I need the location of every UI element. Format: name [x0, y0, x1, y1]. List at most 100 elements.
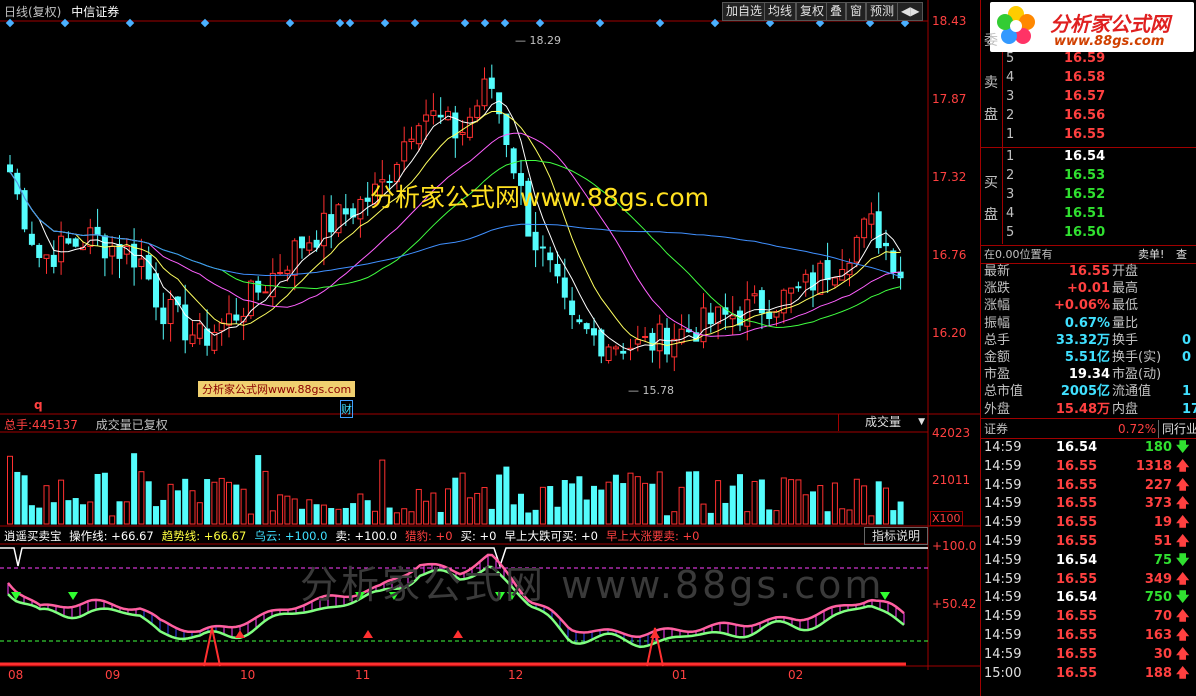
- toolbar-button-6[interactable]: ◀▶: [897, 2, 924, 21]
- watermark: 分析家公式网www.88gs.com: [370, 183, 710, 212]
- indicator-value: 趋势线: +66.67: [161, 529, 247, 543]
- chart-area[interactable]: 日线(复权) 中信证券 加自选 均线 复权叠窗预测 ◀▶ 18.43 17.87 17…: [0, 0, 980, 696]
- arrow-up-icon: 🡅: [1176, 477, 1190, 493]
- tick-row: 14:59 16.55 19 🡅: [984, 515, 1190, 531]
- tick-row: 14:59 16.54 180 🡇: [984, 440, 1190, 455]
- tick-row: 15:00 16.55 188 🡅: [984, 665, 1190, 681]
- quote-panel: 分析家公式网 www.88gs.com 委 卖 盘 买 盘 5 16.59 4 16.…: [980, 0, 1196, 696]
- sell-level: 5 16.59: [1006, 51, 1106, 66]
- volume-total-value: 445137: [32, 418, 78, 432]
- stat-row: 金额 5.51亿 换手(实) 0: [984, 350, 1192, 365]
- toolbar-button-3[interactable]: 叠: [826, 2, 847, 21]
- date-axis-label: 10: [240, 668, 256, 682]
- arrow-up-icon: 🡅: [1176, 646, 1190, 662]
- stat-row: 涨跌 +0.01 最高: [984, 281, 1139, 297]
- buy-level: 1 16.54: [1006, 149, 1106, 164]
- chart-title: 日线(复权) 中信证券: [4, 3, 125, 19]
- tick-row: 14:59 16.55 30 🡅: [984, 646, 1190, 662]
- sell-level: 1 16.55: [1006, 127, 1106, 142]
- high-price-marker: — 18.29: [515, 34, 561, 47]
- toolbar-button-5[interactable]: 预测: [866, 2, 899, 21]
- tick-row: 14:59 16.55 51 🡅: [984, 534, 1190, 549]
- arrow-up-icon: 🡅: [1176, 571, 1190, 587]
- arrow-down-icon: 🡇: [1176, 590, 1190, 606]
- volume-multiplier: X100: [930, 511, 963, 526]
- buy-level: 3 16.52: [1006, 187, 1106, 202]
- buy-level: 4 16.51: [1006, 206, 1106, 221]
- stat-row: 总市值 2005亿 流通值 1: [984, 384, 1192, 400]
- tick-row: 14:59 16.54 750 🡇: [984, 590, 1190, 606]
- date-axis-label: 11: [355, 668, 371, 682]
- indicator-axis-label: +100.0: [932, 539, 977, 553]
- arrow-up-icon: 🡅: [1176, 609, 1190, 625]
- position-row: 在0.00位置有 卖单! 查: [984, 248, 1187, 261]
- sell-level: 4 16.58: [1006, 70, 1106, 85]
- arrow-up-icon: 🡅: [1176, 534, 1190, 549]
- date-axis-label: 08: [8, 668, 24, 682]
- tick-row: 14:59 16.55 1318 🡅: [984, 458, 1190, 474]
- chevron-down-icon: ▼: [918, 417, 925, 427]
- arrow-down-icon: 🡇: [1176, 552, 1190, 568]
- arrow-down-icon: 🡇: [1176, 440, 1190, 455]
- buy-level: 5 16.50: [1006, 225, 1106, 240]
- volume-status: 成交量已复权: [95, 418, 168, 432]
- arrow-up-icon: 🡅: [1176, 458, 1190, 474]
- stat-row: 总手 33.32万 换手 0: [984, 332, 1192, 348]
- indicator-value: 猎豹: +0: [405, 529, 453, 543]
- date-axis-label: 12: [508, 668, 524, 682]
- price-axis-label: 16.76: [932, 248, 967, 262]
- watermark-badge: 分析家公式网www.88gs.com: [198, 381, 356, 397]
- sell-level: 3 16.57: [1006, 89, 1106, 104]
- watermark-faint: 分析家公式网 www.88gs.com: [300, 563, 885, 607]
- volume-axis-label: 42023: [932, 426, 971, 440]
- stat-row: 涨幅 +0.06% 最低: [984, 298, 1139, 314]
- tick-row: 14:59 16.55 373 🡅: [984, 496, 1190, 512]
- q-marker: q: [34, 398, 43, 412]
- stat-row: 振幅 0.67% 量比: [984, 315, 1139, 331]
- wei-label: 委: [984, 33, 998, 49]
- logo: 分析家公式网 www.88gs.com: [990, 2, 1194, 52]
- flower-logo-icon: [994, 4, 1038, 48]
- date-axis-label: 02: [788, 668, 804, 682]
- date-axis-label: 01: [672, 668, 688, 682]
- tab-same-industry[interactable]: 同行业: [1158, 420, 1196, 438]
- tick-row: 14:59 16.55 227 🡅: [984, 477, 1190, 493]
- arrow-up-icon: 🡅: [1176, 515, 1190, 531]
- toolbar-button-1[interactable]: 均线: [764, 2, 797, 21]
- indicator-value: 操作线: +66.67: [69, 529, 154, 543]
- indicator-value: 早上大涨要卖: +0: [605, 529, 700, 543]
- tick-header: 证券 0.72% 同行业: [980, 420, 1196, 438]
- price-axis-label: 17.87: [932, 92, 967, 106]
- buy-level: 2 16.53: [1006, 168, 1106, 183]
- toolbar-button-0[interactable]: 加自选: [722, 2, 767, 21]
- stat-row: 市盈 19.34 市盈(动): [984, 367, 1162, 383]
- volume-dropdown[interactable]: 成交量 ▼: [838, 414, 929, 431]
- stock-name: 中信证券: [71, 5, 120, 19]
- price-axis-label: 16.20: [932, 326, 967, 340]
- stat-row: 外盘 15.48万 内盘 17: [984, 401, 1196, 417]
- indicator-name: 逍遥买卖宝: [4, 529, 62, 543]
- volume-total-label: 总手:: [4, 418, 33, 432]
- arrow-up-icon: 🡅: [1176, 496, 1190, 512]
- low-price-marker: — 15.78: [628, 384, 674, 397]
- volume-axis-label: 21011: [932, 473, 971, 487]
- indicator-value: 买: +0: [460, 529, 497, 543]
- finance-marker[interactable]: 财: [340, 400, 353, 418]
- indicator-value: 乌云: +100.0: [254, 529, 328, 543]
- stat-row: 最新 16.55 开盘: [984, 264, 1139, 279]
- price-axis-label: 18.43: [932, 14, 967, 28]
- date-axis-label: 09: [105, 668, 121, 682]
- arrow-up-icon: 🡅: [1176, 665, 1190, 681]
- tick-row: 14:59 16.55 349 🡅: [984, 571, 1190, 587]
- indicator-value: 早上大跌可买: +0: [504, 529, 598, 543]
- indicator-help-button[interactable]: 指标说明: [864, 527, 928, 545]
- tick-row: 14:59 16.55 163 🡅: [984, 628, 1190, 643]
- indicator-value: 卖: +100.0: [335, 529, 398, 543]
- price-axis-label: 17.32: [932, 170, 967, 184]
- toolbar-button-2[interactable]: 复权: [796, 2, 829, 21]
- toolbar-button-4[interactable]: 窗: [846, 2, 867, 21]
- arrow-up-icon: 🡅: [1176, 628, 1190, 643]
- tick-row: 14:59 16.54 75 🡇: [984, 552, 1190, 568]
- period-label[interactable]: 日线(复权): [4, 5, 61, 19]
- volume-header: 总手:445137 成交量已复权: [4, 416, 168, 433]
